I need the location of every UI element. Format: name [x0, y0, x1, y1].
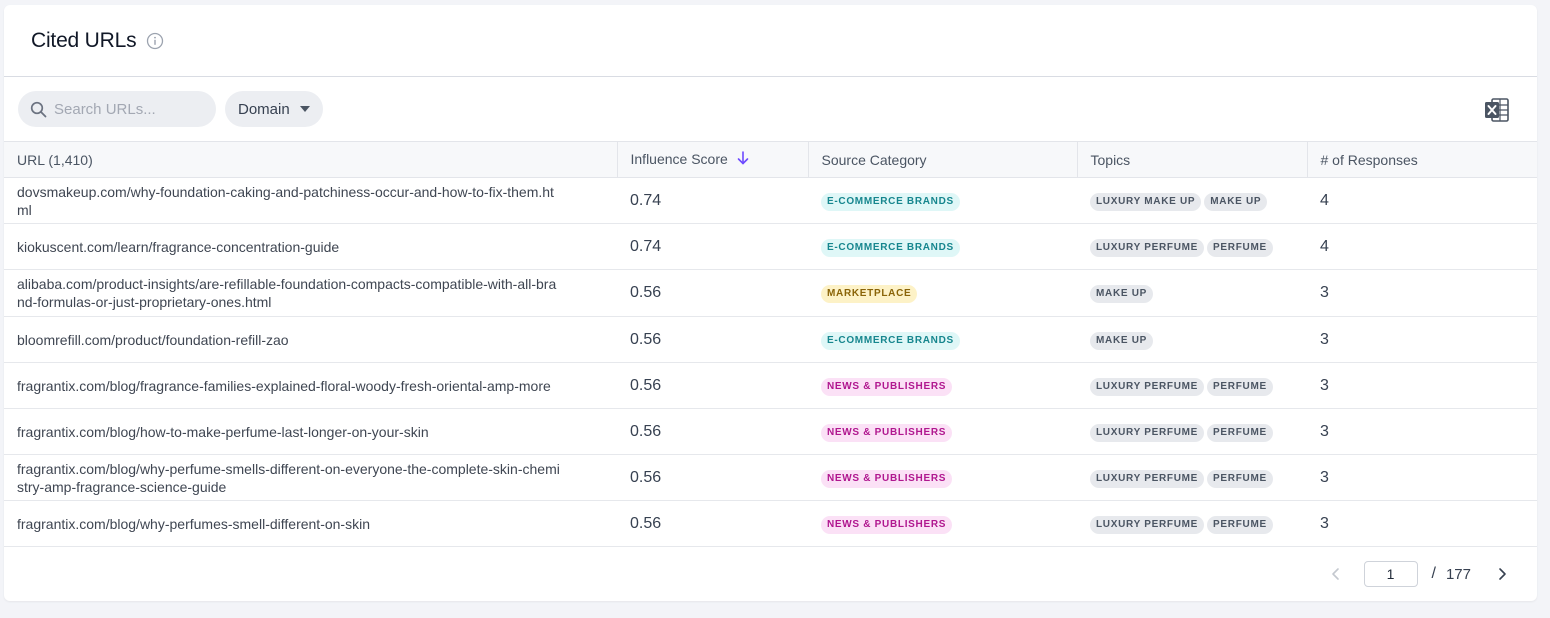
- url-cell[interactable]: fragrantix.com/blog/why-perfume-smells-d…: [4, 455, 617, 501]
- topic-badge: LUXURY PERFUME: [1090, 238, 1205, 257]
- toolbar: Domain: [4, 77, 1537, 141]
- domain-filter-dropdown[interactable]: Domain: [225, 91, 323, 127]
- card-header: Cited URLs: [4, 5, 1537, 77]
- topic-badge: PERFUME: [1207, 515, 1273, 534]
- source-category-cell: NEWS & PUBLISHERS: [808, 409, 1077, 455]
- col-header-influence-score[interactable]: Influence Score: [617, 141, 809, 178]
- page-title: Cited URLs: [31, 28, 137, 52]
- topic-badge: PERFUME: [1207, 469, 1273, 488]
- influence-score-cell: 0.56: [630, 422, 662, 440]
- topics-cell: LUXURY PERFUME PERFUME: [1077, 363, 1307, 409]
- caret-down-icon: [299, 106, 310, 112]
- topics-cell: LUXURY PERFUME PERFUME: [1077, 224, 1307, 270]
- responses-cell: 3: [1320, 376, 1329, 394]
- table-row[interactable]: fragrantix.com/blog/fragrance-families-e…: [4, 363, 1537, 409]
- table-row[interactable]: dovsmakeup.com/why-foundation-caking-and…: [4, 178, 1537, 224]
- topics-cell: LUXURY PERFUME PERFUME: [1077, 501, 1307, 547]
- url-cell[interactable]: fragrantix.com/blog/how-to-make-perfume-…: [4, 409, 617, 455]
- topic-badge: PERFUME: [1207, 238, 1273, 257]
- col-header-responses[interactable]: # of Responses: [1307, 142, 1537, 178]
- info-icon[interactable]: [146, 32, 164, 50]
- influence-score-cell: 0.56: [630, 468, 662, 486]
- cited-urls-table: URL (1,410) Influence Score Source Categ…: [4, 141, 1537, 547]
- page-separator: /: [1431, 565, 1436, 582]
- table-header-row: URL (1,410) Influence Score Source Categ…: [4, 141, 1537, 178]
- topics-cell: MAKE UP: [1077, 270, 1307, 317]
- source-category-cell: MARKETPLACE: [808, 270, 1077, 317]
- sort-desc-arrow-icon[interactable]: [737, 151, 749, 168]
- search-icon: [30, 101, 47, 118]
- table-row[interactable]: fragrantix.com/blog/how-to-make-perfume-…: [4, 409, 1537, 455]
- topic-badge: LUXURY PERFUME: [1090, 423, 1205, 442]
- table-row[interactable]: fragrantix.com/blog/why-perfumes-smell-d…: [4, 501, 1537, 547]
- search-box[interactable]: [18, 91, 216, 127]
- responses-cell: 3: [1320, 514, 1329, 532]
- col-header-url[interactable]: URL (1,410): [4, 141, 618, 178]
- topic-badge: MAKE UP: [1204, 192, 1268, 211]
- source-category-badge: E-COMMERCE BRANDS: [821, 192, 960, 211]
- responses-cell: 3: [1320, 284, 1329, 301]
- influence-score-cell: 0.74: [630, 237, 662, 255]
- table-row[interactable]: alibaba.com/product-insights/are-refilla…: [4, 270, 1537, 317]
- table-body: dovsmakeup.com/why-foundation-caking-and…: [4, 178, 1537, 547]
- domain-filter-label: Domain: [238, 100, 290, 118]
- source-category-cell: E-COMMERCE BRANDS: [808, 224, 1077, 270]
- topic-badge: LUXURY PERFUME: [1090, 469, 1205, 488]
- cited-urls-card: Cited URLs Domain: [4, 5, 1537, 601]
- source-category-badge: NEWS & PUBLISHERS: [821, 469, 953, 488]
- source-category-badge: MARKETPLACE: [821, 285, 918, 303]
- source-category-cell: NEWS & PUBLISHERS: [808, 455, 1077, 501]
- pagination: / 177: [1327, 560, 1511, 588]
- url-cell[interactable]: fragrantix.com/blog/fragrance-families-e…: [4, 363, 617, 409]
- responses-cell: 3: [1320, 330, 1329, 348]
- topics-cell: LUXURY PERFUME PERFUME: [1077, 409, 1307, 455]
- influence-score-cell: 0.56: [630, 376, 662, 394]
- page-number-input[interactable]: [1363, 561, 1418, 587]
- source-category-badge: NEWS & PUBLISHERS: [821, 515, 953, 534]
- url-cell[interactable]: kiokuscent.com/learn/fragrance-concentra…: [4, 224, 617, 270]
- url-cell[interactable]: dovsmakeup.com/why-foundation-caking-and…: [4, 178, 617, 224]
- source-category-badge: NEWS & PUBLISHERS: [821, 377, 953, 396]
- source-category-badge: E-COMMERCE BRANDS: [821, 238, 960, 257]
- topic-badge: MAKE UP: [1090, 331, 1154, 350]
- source-category-cell: E-COMMERCE BRANDS: [808, 178, 1077, 224]
- chevron-right-icon[interactable]: [1493, 565, 1511, 583]
- table-row[interactable]: bloomrefill.com/product/foundation-refil…: [4, 317, 1537, 363]
- search-input[interactable]: [54, 100, 204, 118]
- col-header-source-category[interactable]: Source Category: [808, 141, 1078, 178]
- topic-badge: PERFUME: [1207, 423, 1273, 442]
- source-category-cell: NEWS & PUBLISHERS: [808, 501, 1077, 547]
- excel-export-icon[interactable]: [1483, 96, 1511, 124]
- influence-score-cell: 0.56: [630, 284, 662, 301]
- source-category-badge: NEWS & PUBLISHERS: [821, 423, 953, 442]
- page-total: 177: [1445, 565, 1471, 583]
- table-row[interactable]: fragrantix.com/blog/why-perfume-smells-d…: [4, 455, 1537, 501]
- url-cell[interactable]: bloomrefill.com/product/foundation-refil…: [4, 317, 617, 363]
- table-row[interactable]: kiokuscent.com/learn/fragrance-concentra…: [4, 224, 1537, 270]
- topics-cell: LUXURY MAKE UP MAKE UP: [1077, 178, 1307, 224]
- chevron-left-icon[interactable]: [1327, 565, 1345, 583]
- url-cell[interactable]: fragrantix.com/blog/why-perfumes-smell-d…: [4, 501, 617, 547]
- topic-badge: LUXURY PERFUME: [1090, 515, 1205, 534]
- responses-cell: 3: [1320, 468, 1329, 486]
- topics-cell: LUXURY PERFUME PERFUME: [1077, 455, 1307, 501]
- topics-cell: MAKE UP: [1077, 317, 1307, 363]
- source-category-cell: E-COMMERCE BRANDS: [808, 317, 1077, 363]
- influence-score-cell: 0.56: [630, 514, 662, 532]
- influence-score-cell: 0.74: [630, 191, 662, 209]
- topic-badge: LUXURY PERFUME: [1090, 377, 1205, 396]
- col-header-topics[interactable]: Topics: [1077, 141, 1308, 178]
- source-category-cell: NEWS & PUBLISHERS: [808, 363, 1077, 409]
- source-category-badge: E-COMMERCE BRANDS: [821, 331, 960, 350]
- topic-badge: LUXURY MAKE UP: [1090, 192, 1202, 211]
- topic-badge: PERFUME: [1207, 377, 1273, 396]
- influence-score-cell: 0.56: [630, 330, 662, 348]
- responses-cell: 3: [1320, 422, 1329, 440]
- responses-cell: 4: [1320, 191, 1329, 209]
- url-cell[interactable]: alibaba.com/product-insights/are-refilla…: [4, 270, 617, 317]
- responses-cell: 4: [1320, 237, 1329, 255]
- topic-badge: MAKE UP: [1090, 285, 1154, 303]
